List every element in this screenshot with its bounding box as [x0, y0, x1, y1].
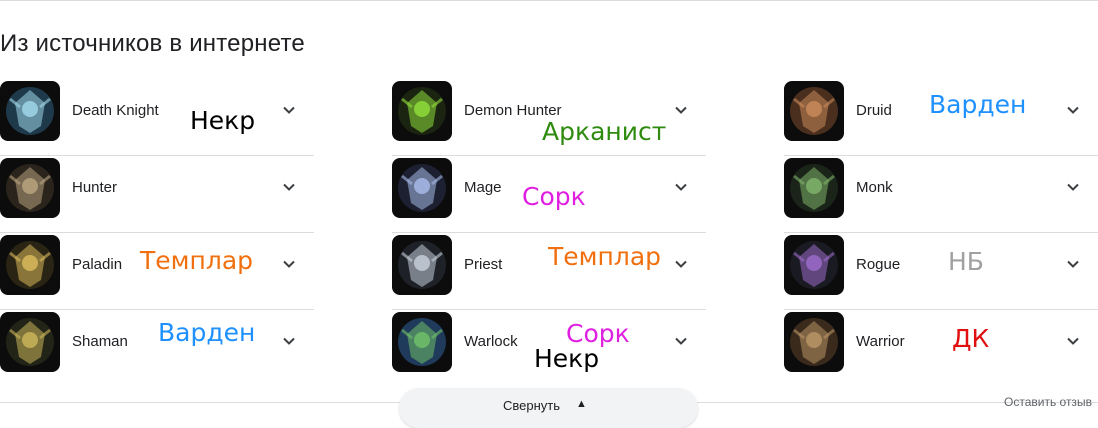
warrior-icon: [784, 312, 844, 372]
top-divider: [0, 0, 1098, 1]
annotation-text: Арканист: [542, 117, 667, 146]
class-item[interactable]: Monk: [784, 156, 1098, 233]
chevron-down-icon[interactable]: [672, 332, 690, 350]
annotation-text: НБ: [948, 247, 984, 276]
death-knight-icon: [0, 81, 60, 141]
class-label: Druid: [856, 102, 892, 119]
chevron-down-icon[interactable]: [672, 255, 690, 273]
annotation-text: Сорк: [522, 182, 586, 211]
class-item[interactable]: Death Knight: [0, 79, 314, 156]
class-label: Warlock: [464, 333, 518, 350]
column-3: Druid Monk Rogue Warrior: [784, 79, 1098, 387]
mage-icon: [392, 158, 452, 218]
class-label: Monk: [856, 179, 893, 196]
chevron-down-icon[interactable]: [1064, 332, 1082, 350]
chevron-down-icon[interactable]: [280, 101, 298, 119]
paladin-icon: [0, 235, 60, 295]
hunter-icon: [0, 158, 60, 218]
class-label: Shaman: [72, 333, 128, 350]
monk-icon: [784, 158, 844, 218]
class-label: Paladin: [72, 256, 123, 273]
priest-icon: [392, 235, 452, 295]
annotation-text: Варден: [158, 318, 256, 347]
chevron-down-icon[interactable]: [1064, 255, 1082, 273]
chevron-down-icon[interactable]: [672, 178, 690, 196]
column-1: Death Knight Hunter Paladin Shaman: [0, 79, 314, 387]
chevron-down-icon[interactable]: [1064, 178, 1082, 196]
warlock-icon: [392, 312, 452, 372]
class-item[interactable]: Shaman: [0, 310, 314, 387]
annotation-text: ДК: [952, 324, 990, 353]
class-label: Mage: [464, 179, 502, 196]
class-label: Priest: [464, 256, 503, 273]
class-label: Warrior: [856, 333, 905, 350]
chevron-down-icon[interactable]: [280, 332, 298, 350]
class-label: Rogue: [856, 256, 901, 273]
chevron-down-icon[interactable]: [672, 101, 690, 119]
feedback-link[interactable]: Оставить отзыв: [1004, 395, 1092, 409]
class-item[interactable]: Hunter: [0, 156, 314, 233]
class-item[interactable]: Rogue: [784, 233, 1098, 310]
class-item[interactable]: Warrior: [784, 310, 1098, 387]
chevron-down-icon[interactable]: [280, 255, 298, 273]
demon-hunter-icon: [392, 81, 452, 141]
rogue-icon: [784, 235, 844, 295]
annotation-text: Темплар: [548, 242, 662, 271]
chevron-down-icon[interactable]: [280, 178, 298, 196]
collapse-button[interactable]: Свернуть ▲: [399, 388, 698, 428]
druid-icon: [784, 81, 844, 141]
annotation-text: Некр: [190, 106, 256, 135]
section-title: Из источников в интернете: [0, 30, 305, 57]
chevron-up-icon: ▲: [576, 398, 587, 410]
class-label: Hunter: [72, 179, 118, 196]
annotation-text: Варден: [929, 90, 1027, 119]
annotation-text: Темплар: [140, 246, 254, 275]
chevron-down-icon[interactable]: [1064, 101, 1082, 119]
shaman-icon: [0, 312, 60, 372]
annotation-text: Некр: [534, 344, 600, 373]
collapse-label: Свернуть: [503, 398, 561, 413]
class-label: Death Knight: [72, 102, 159, 119]
